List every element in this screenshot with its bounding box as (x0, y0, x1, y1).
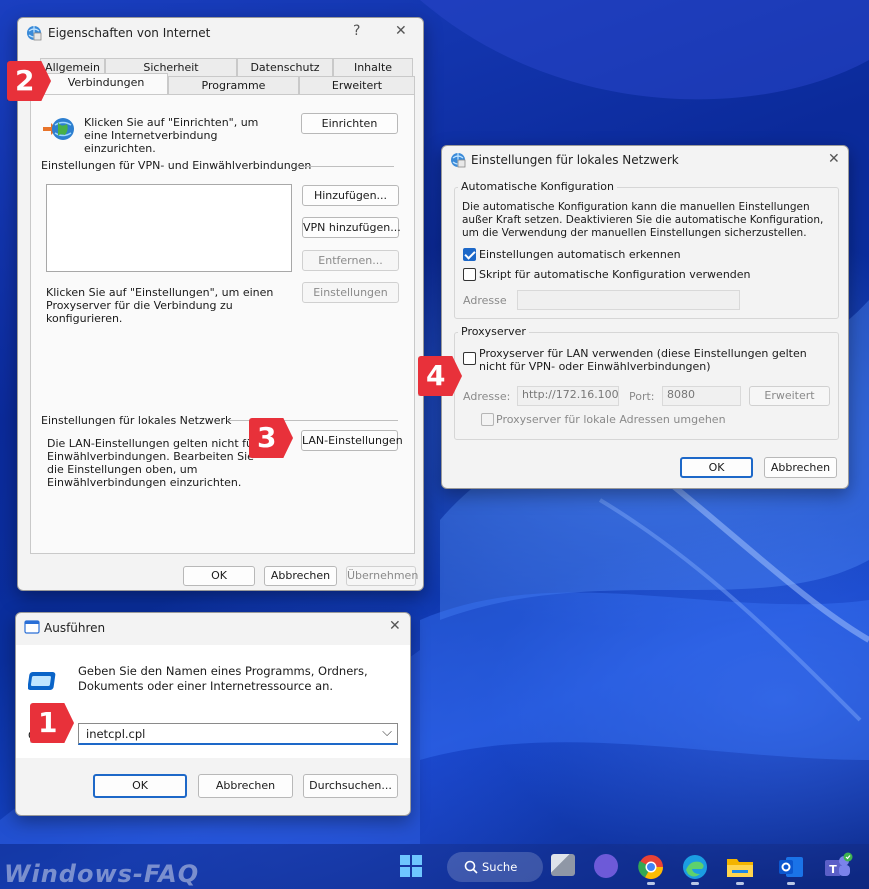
add-vpn-button[interactable]: VPN hinzufügen... (302, 217, 401, 238)
outlook-icon[interactable] (778, 854, 804, 880)
cancel-button[interactable]: Abbrechen (264, 566, 337, 586)
taskbar-active-indicator (691, 882, 699, 885)
port-field[interactable]: 8080 (662, 386, 741, 406)
lan-text: Die LAN-Einstellungen gelten nicht für E… (47, 437, 258, 489)
vpn-group-label: Einstellungen für VPN- und Einwählverbin… (41, 159, 312, 172)
settings-text: Klicken Sie auf "Einstellungen", um eine… (46, 286, 274, 325)
taskbar-active-indicator (736, 882, 744, 885)
lan-ok-button[interactable]: OK (680, 457, 753, 478)
edge-icon[interactable] (682, 854, 708, 880)
lan-settings-icon (451, 153, 466, 168)
tab-inhalte[interactable]: Inhalte (333, 58, 413, 76)
internet-options-window: Eigenschaften von Internet ? ✕ Allgemein… (17, 17, 424, 591)
auto-script-label: Skript für automatische Konfiguration ve… (479, 268, 751, 281)
proxy-address-label: Adresse: (463, 390, 511, 403)
search-label: Suche (482, 860, 518, 874)
taskbar-active-indicator (787, 882, 795, 885)
run-dialog-title: Ausführen (44, 621, 106, 635)
auto-config-text: Die automatische Konfiguration kann die … (462, 201, 824, 239)
script-address-field[interactable] (517, 290, 740, 310)
lan-settings-title: Einstellungen für lokales Netzwerk (471, 153, 679, 167)
auto-config-label: Automatische Konfiguration (458, 180, 617, 193)
add-button[interactable]: Hinzufügen... (302, 185, 399, 206)
run-program-icon (28, 672, 56, 690)
network-setup-icon (43, 118, 74, 140)
tab-label: Datenschutz (250, 61, 320, 74)
run-icon (24, 620, 40, 634)
run-ok-button[interactable]: OK (93, 774, 187, 798)
windows-start-icon[interactable] (399, 854, 423, 878)
taskbar-search[interactable]: Suche (447, 852, 543, 882)
close-icon[interactable]: ✕ (395, 24, 407, 38)
watermark: Windows-FAQ (4, 860, 200, 888)
command-input[interactable]: inetcpl.cpl ⌵ (78, 723, 398, 745)
tab-label: Inhalte (353, 61, 393, 74)
address-label: Adresse (463, 294, 507, 307)
advanced-button[interactable]: Erweitert (749, 386, 830, 406)
remove-button[interactable]: Entfernen... (302, 250, 399, 271)
help-button[interactable]: ? (353, 24, 360, 38)
use-proxy-label: Proxyserver für LAN verwenden (diese Ein… (479, 347, 807, 373)
task-view-icon[interactable] (551, 854, 575, 876)
internet-options-titlebar: Eigenschaften von Internet ? ✕ (18, 18, 423, 48)
port-label: Port: (629, 390, 655, 403)
tab-erweitert[interactable]: Erweitert (299, 76, 415, 94)
svg-text:T: T (829, 863, 837, 876)
run-dialog-body: Geben Sie den Namen eines Programms, Ord… (16, 645, 410, 758)
tab-panel: Klicken Sie auf "Einrichten", um eine In… (30, 94, 415, 554)
lan-group-label: Einstellungen für lokales Netzwerk (41, 414, 232, 427)
run-cancel-button[interactable]: Abbrechen (198, 774, 293, 798)
proxy-group-label: Proxyserver (458, 325, 529, 338)
tab-label: Verbindungen (67, 76, 145, 89)
internet-options-title: Eigenschaften von Internet (48, 26, 211, 40)
teams-icon[interactable]: T (823, 852, 853, 880)
command-value: inetcpl.cpl (86, 727, 146, 741)
chevron-down-icon[interactable]: ⌵ (382, 725, 392, 740)
run-dialog-titlebar: Ausführen ✕ (16, 613, 410, 643)
proxy-address-field[interactable]: http://172.16.100. (517, 386, 619, 406)
taskbar-active-indicator (647, 882, 655, 885)
auto-script-checkbox[interactable] (463, 268, 476, 281)
auto-detect-checkbox[interactable] (463, 248, 476, 261)
setup-button[interactable]: Einrichten (301, 113, 398, 134)
vpn-connections-list[interactable] (46, 184, 292, 272)
lan-settings-titlebar: Einstellungen für lokales Netzwerk ✕ (442, 146, 848, 176)
settings-button[interactable]: Einstellungen (302, 282, 399, 303)
ok-button[interactable]: OK (183, 566, 255, 586)
bypass-local-label: Proxyserver für lokale Adressen umgehen (496, 413, 726, 426)
vpn-separator (297, 166, 394, 167)
lan-settings-button[interactable]: LAN-Einstellungen (301, 430, 403, 451)
lan-cancel-button[interactable]: Abbrechen (764, 457, 837, 478)
bypass-local-checkbox[interactable] (481, 413, 494, 426)
setup-text: Klicken Sie auf "Einrichten", um eine In… (84, 116, 259, 155)
browse-button[interactable]: Durchsuchen... (303, 774, 398, 798)
tab-verbindungen[interactable]: Verbindungen (44, 73, 168, 94)
run-description: Geben Sie den Namen eines Programms, Ord… (78, 664, 368, 693)
tab-programme[interactable]: Programme (168, 76, 299, 94)
lan-settings-window: Einstellungen für lokales Netzwerk ✕ Aut… (441, 145, 849, 489)
tab-datenschutz[interactable]: Datenschutz (237, 58, 333, 76)
search-icon (464, 860, 478, 874)
internet-options-icon (27, 26, 42, 41)
tab-label: Programme (201, 79, 266, 92)
file-explorer-icon[interactable] (726, 855, 754, 879)
auto-detect-label: Einstellungen automatisch erkennen (479, 248, 681, 261)
use-proxy-checkbox[interactable] (463, 352, 476, 365)
tab-label: Erweitert (331, 79, 383, 92)
close-icon[interactable]: ✕ (828, 152, 840, 166)
apply-button[interactable]: Übernehmen (346, 566, 418, 586)
run-dialog-window: Ausführen ✕ Geben Sie den Namen eines Pr… (15, 612, 411, 816)
chrome-icon[interactable] (638, 854, 664, 880)
chat-icon[interactable] (594, 854, 618, 878)
close-icon[interactable]: ✕ (389, 619, 401, 633)
